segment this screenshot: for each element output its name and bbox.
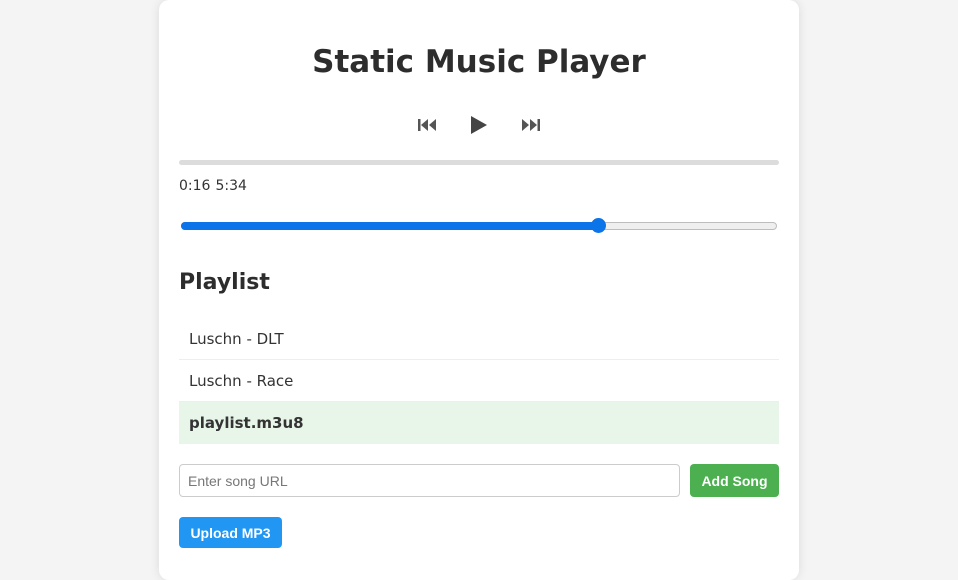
previous-icon [418,119,436,131]
volume-fill [181,222,599,230]
page-title: Static Music Player [312,44,646,80]
playlist: Luschn - DLT Luschn - Race playlist.m3u8 [179,318,779,444]
duration: 5:34 [215,178,247,194]
playback-controls [159,110,799,140]
next-button[interactable] [519,110,543,140]
player-card: Static Music Player 0:16 5:34 Playlist L… [159,0,799,580]
current-time: 0:16 [179,178,211,194]
upload-mp3-button[interactable]: Upload MP3 [179,517,282,548]
time-display: 0:16 5:34 [179,178,247,194]
progress-bar[interactable] [179,160,779,165]
previous-button[interactable] [415,110,439,140]
volume-thumb[interactable] [591,218,607,233]
volume-slider[interactable] [181,218,777,234]
playlist-item[interactable]: playlist.m3u8 [179,402,779,444]
add-song-button[interactable]: Add Song [690,464,779,497]
playlist-item[interactable]: Luschn - DLT [179,318,779,360]
next-icon [522,119,540,131]
playlist-item[interactable]: Luschn - Race [179,360,779,402]
song-url-input[interactable] [179,464,680,497]
play-icon [471,116,487,134]
playlist-heading: Playlist [179,270,270,295]
play-button[interactable] [467,110,491,140]
